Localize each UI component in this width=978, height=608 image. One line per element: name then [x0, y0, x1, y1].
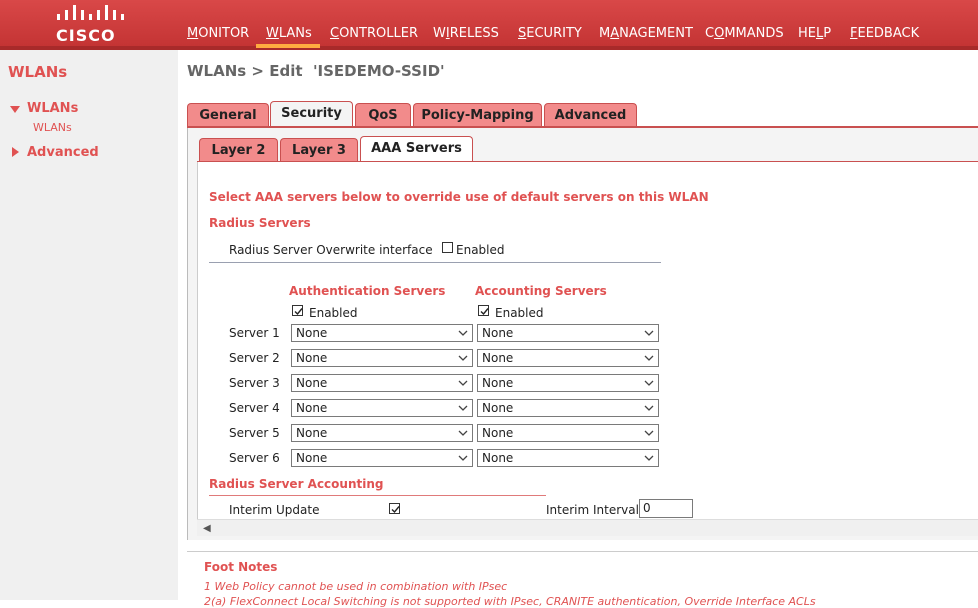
overwrite-interface-label: Radius Server Overwrite interface	[229, 243, 433, 257]
subtab-divider	[197, 161, 978, 162]
tab-qos[interactable]: QoS	[355, 103, 411, 127]
nav-feedback[interactable]: FEEDBACK	[850, 26, 919, 46]
auth-enabled-checkbox[interactable]	[292, 305, 303, 316]
nav-management[interactable]: MANAGEMENT	[599, 26, 693, 46]
cisco-logo: CISCO	[50, 4, 126, 45]
chevron-down-icon	[644, 405, 654, 411]
footnote-2: 2(a) FlexConnect Local Switching is not …	[204, 595, 816, 608]
expand-right-icon[interactable]	[12, 147, 19, 157]
expand-down-icon[interactable]	[10, 106, 20, 113]
checkmark-icon	[294, 308, 303, 316]
interim-interval-input[interactable]: 0	[639, 499, 693, 518]
sidebar	[0, 50, 178, 600]
nav-monitor[interactable]: MONITOR	[187, 26, 249, 46]
server-5-auth-select[interactable]: None	[291, 424, 473, 442]
nav-controller[interactable]: CONTROLLER	[330, 26, 418, 46]
page-title: WLANs > Edit 'ISEDEMO-SSID'	[187, 62, 445, 80]
sidebar-item-wlans[interactable]: WLANs	[27, 101, 78, 116]
cisco-logo-text: CISCO	[56, 26, 116, 45]
nav-help[interactable]: HELP	[798, 26, 831, 46]
acct-enabled-checkbox[interactable]	[478, 305, 489, 316]
overwrite-interface-checkbox[interactable]	[442, 242, 453, 253]
chevron-down-icon	[458, 330, 468, 336]
server-6-auth-select[interactable]: None	[291, 449, 473, 467]
radius-accounting-heading: Radius Server Accounting	[209, 477, 384, 491]
interim-update-checkbox[interactable]	[389, 503, 400, 514]
chevron-down-icon	[458, 405, 468, 411]
tab-divider	[187, 126, 978, 128]
interim-interval-label: Interim Interval	[546, 503, 639, 517]
footnotes-divider	[187, 551, 978, 552]
chevron-down-icon	[644, 455, 654, 461]
nav-wireless[interactable]: WIRELESS	[433, 26, 499, 46]
server-1-acct-select[interactable]: None	[477, 324, 659, 342]
chevron-down-icon	[458, 380, 468, 386]
server-1-label: Server 1	[229, 326, 280, 340]
authentication-servers-heading: Authentication Servers	[289, 284, 446, 298]
server-5-acct-select[interactable]: None	[477, 424, 659, 442]
subtab-aaa-servers[interactable]: AAA Servers	[360, 136, 473, 162]
checkmark-icon	[480, 308, 489, 316]
interim-update-label: Interim Update	[229, 503, 320, 517]
chevron-down-icon	[644, 355, 654, 361]
chevron-down-icon	[644, 380, 654, 386]
server-1-auth-select[interactable]: None	[291, 324, 473, 342]
nav-wlans[interactable]: WLANs	[266, 26, 312, 46]
server-3-acct-select[interactable]: None	[477, 374, 659, 392]
nav-security[interactable]: SECURITY	[518, 26, 582, 46]
sidebar-subitem-wlans[interactable]: WLANs	[33, 121, 72, 134]
tab-general[interactable]: General	[187, 103, 269, 127]
subtab-layer-3[interactable]: Layer 3	[280, 138, 358, 162]
cisco-bridge-icon	[57, 5, 124, 20]
overwrite-enabled-label: Enabled	[456, 243, 505, 257]
chevron-down-icon	[458, 455, 468, 461]
server-6-label: Server 6	[229, 451, 280, 465]
accounting-servers-heading: Accounting Servers	[475, 284, 607, 298]
server-2-acct-select[interactable]: None	[477, 349, 659, 367]
subtab-layer-2[interactable]: Layer 2	[199, 138, 278, 162]
server-2-auth-select[interactable]: None	[291, 349, 473, 367]
server-3-label: Server 3	[229, 376, 280, 390]
nav-active-indicator	[256, 44, 320, 48]
nav-commands[interactable]: COMMANDS	[705, 26, 784, 46]
server-5-label: Server 5	[229, 426, 280, 440]
server-4-label: Server 4	[229, 401, 280, 415]
radius-servers-heading: Radius Servers	[209, 216, 311, 230]
server-6-acct-select[interactable]: None	[477, 449, 659, 467]
server-2-label: Server 2	[229, 351, 280, 365]
tab-policy-mapping[interactable]: Policy-Mapping	[413, 103, 542, 127]
footnotes-title: Foot Notes	[204, 560, 278, 574]
server-4-acct-select[interactable]: None	[477, 399, 659, 417]
chevron-down-icon	[644, 430, 654, 436]
sidebar-title: WLANs	[8, 63, 68, 81]
scroll-left-icon[interactable]: ◀	[203, 523, 211, 534]
acct-enabled-label: Enabled	[495, 306, 544, 320]
aaa-intro: Select AAA servers below to override use…	[209, 190, 709, 204]
footnote-1: 1 Web Policy cannot be used in combinati…	[204, 580, 508, 593]
server-3-auth-select[interactable]: None	[291, 374, 473, 392]
chevron-down-icon	[458, 430, 468, 436]
separator-line	[209, 262, 661, 263]
chevron-down-icon	[458, 355, 468, 361]
sidebar-item-advanced[interactable]: Advanced	[27, 145, 99, 160]
auth-enabled-label: Enabled	[309, 306, 358, 320]
chevron-down-icon	[644, 330, 654, 336]
accounting-separator	[209, 495, 546, 496]
horizontal-scrollbar[interactable]: ◀	[197, 519, 978, 536]
checkmark-icon	[391, 506, 400, 514]
tab-advanced[interactable]: Advanced	[544, 103, 637, 127]
tab-security[interactable]: Security	[270, 101, 353, 127]
server-4-auth-select[interactable]: None	[291, 399, 473, 417]
